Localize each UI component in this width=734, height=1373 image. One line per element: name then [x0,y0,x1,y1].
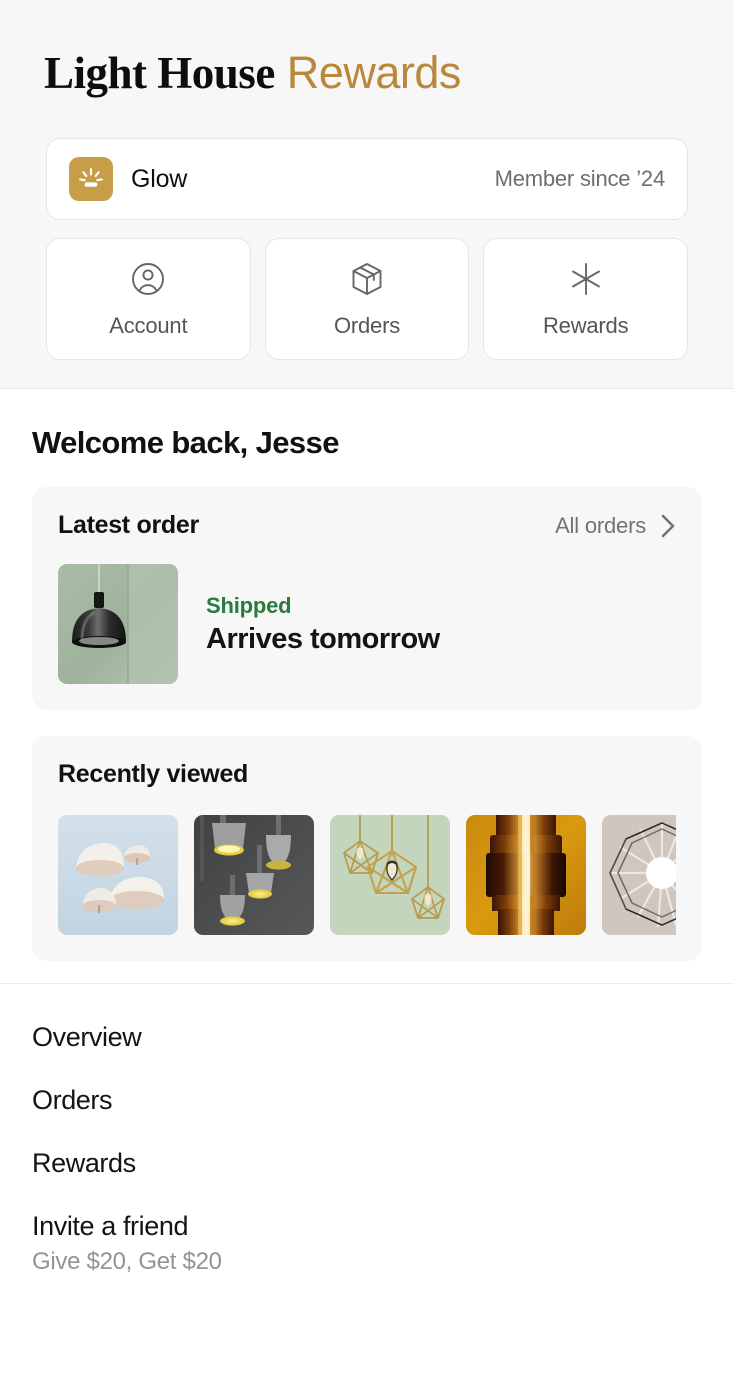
quick-tile-account[interactable]: Account [46,238,251,360]
recently-viewed-panel: Recently viewed [32,736,702,961]
asterisk-star-icon [566,259,606,299]
nav-item-label: Rewards [32,1148,136,1178]
member-since-label: Member since ’24 [494,166,666,191]
header-zone: Light House Rewards Glow Member since ’24 [0,0,734,389]
brand-suffix: Rewards [286,47,462,98]
main-content-zone: Welcome back, Jesse Latest order All ord… [0,389,734,984]
latest-order-row[interactable]: Shipped Arrives tomorrow [58,564,676,684]
nav-item-orders[interactable]: Orders [32,1085,734,1116]
recently-viewed-item[interactable] [602,815,676,935]
glow-sunburst-icon [69,157,113,201]
rewards-page: Light House Rewards Glow Member since ’24 [0,0,734,1373]
nav-item-label: Overview [32,1022,142,1052]
nav-item-overview[interactable]: Overview [32,1022,734,1053]
user-circle-icon [128,259,168,299]
brand-name: Light House [44,48,275,98]
quick-tile-label: Account [109,313,188,338]
quick-tile-label: Orders [333,313,401,338]
recently-viewed-header: Recently viewed [58,760,676,789]
welcome-heading: Welcome back, Jesse [32,425,339,460]
order-thumbnail [58,564,178,684]
all-orders-label: All orders [555,512,646,538]
brand-wordmark: Light House Rewards [0,0,734,96]
quick-actions-row: Account Orders Rewards [46,238,689,360]
nav-item-label: Invite a friend [32,1211,189,1241]
recently-viewed-item[interactable] [466,815,586,935]
recently-viewed-item[interactable] [58,815,178,935]
nav-item-invite-a-friend[interactable]: Invite a friend Give $20, Get $20 [32,1211,734,1276]
tier-label: Glow [131,164,188,193]
nav-item-subtitle: Give $20, Get $20 [32,1248,222,1275]
package-box-icon [347,259,387,299]
all-orders-link[interactable]: All orders [555,513,676,539]
recently-viewed-item[interactable] [194,815,314,935]
membership-tier-card[interactable]: Glow Member since ’24 [46,138,688,220]
bottom-nav-list: Overview Orders Rewards Invite a friend … [0,984,734,1276]
latest-order-panel: Latest order All orders Shipped Arrives … [32,487,702,710]
latest-order-header: Latest order All orders [58,511,676,540]
chevron-right-icon [660,513,676,539]
order-info: Shipped Arrives tomorrow [206,593,440,656]
nav-item-label: Orders [32,1085,113,1115]
recently-viewed-title: Recently viewed [58,760,249,788]
quick-tile-rewards[interactable]: Rewards [483,238,689,360]
quick-tile-label: Rewards [542,313,629,338]
order-status-badge: Shipped [206,592,292,618]
order-eta-text: Arrives tomorrow [206,622,440,655]
recently-viewed-strip[interactable] [58,815,676,935]
recently-viewed-item[interactable] [330,815,450,935]
quick-tile-orders[interactable]: Orders [264,238,470,360]
latest-order-title: Latest order [58,511,199,539]
nav-item-rewards[interactable]: Rewards [32,1148,734,1179]
